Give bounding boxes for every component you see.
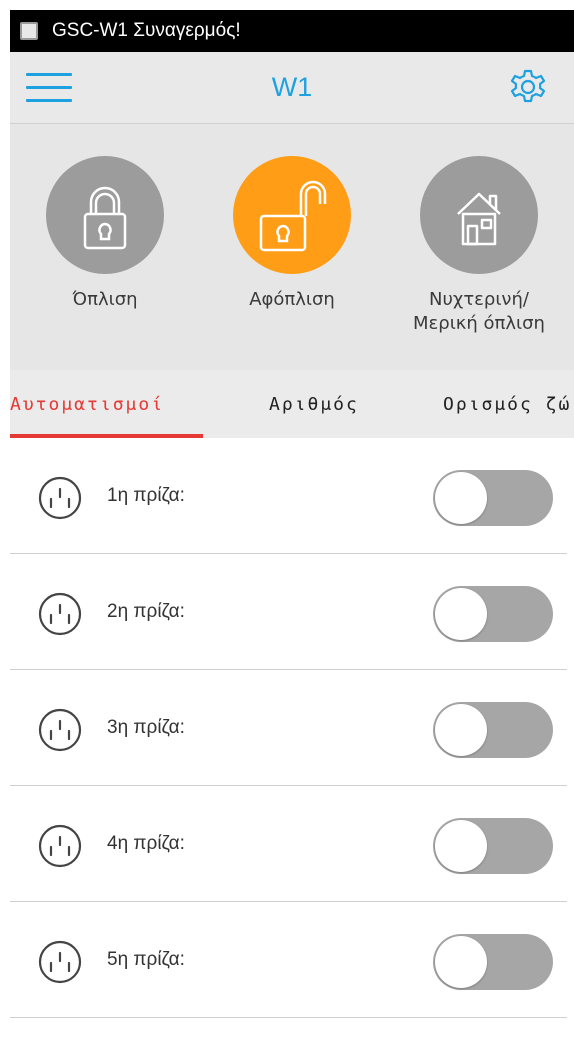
tab-automations[interactable]: Αυτοματισμοί — [10, 394, 164, 415]
action-bar: W1 — [10, 52, 574, 124]
arm-label: Όπλιση — [72, 289, 138, 310]
socket-toggle[interactable] — [433, 702, 553, 758]
power-socket-icon — [38, 476, 82, 520]
app-notification-icon — [20, 22, 38, 40]
tab-zone-settings[interactable]: Ορισμός ζώ — [443, 394, 571, 415]
night-arm-label: Νυχτερινή/ Μερική όπλιση — [413, 289, 545, 334]
house-icon — [420, 156, 538, 274]
lock-open-icon — [233, 156, 351, 274]
socket-toggle[interactable] — [433, 934, 553, 990]
list-item: 3η πρίζα: — [10, 670, 567, 786]
list-item: 2η πρίζα: — [10, 554, 567, 670]
power-socket-icon — [38, 592, 82, 636]
socket-toggle[interactable] — [433, 586, 553, 642]
app-title: W1 — [271, 72, 313, 102]
lock-closed-icon — [46, 156, 164, 274]
disarm-button[interactable]: Αφόπλιση — [197, 156, 387, 312]
socket-label: 2η πρίζα: — [107, 601, 185, 622]
mode-panel: Όπλιση Αφόπλιση Νυχτερινή/ Μερική όπλιση — [10, 124, 574, 370]
tab-bar: Αυτοματισμοί Αριθμός Ορισμός ζώ — [10, 370, 574, 438]
list-item: 5η πρίζα: — [10, 902, 567, 1018]
socket-label: 5η πρίζα: — [107, 949, 185, 970]
socket-toggle[interactable] — [433, 818, 553, 874]
socket-toggle[interactable] — [433, 470, 553, 526]
power-socket-icon — [38, 824, 82, 868]
socket-list: 1η πρίζα: 2η πρίζα: 3η πρίζα: 4η πρίζα: … — [10, 438, 574, 1018]
disarm-label: Αφόπλιση — [249, 289, 335, 310]
status-title: GSC-W1 Συναγερμός! — [52, 20, 241, 41]
socket-label: 1η πρίζα: — [107, 485, 185, 506]
list-item: 1η πρίζα: — [10, 438, 567, 554]
list-item: 4η πρίζα: — [10, 786, 567, 902]
socket-label: 3η πρίζα: — [107, 717, 185, 738]
gear-icon[interactable] — [506, 67, 550, 111]
power-socket-icon — [38, 708, 82, 752]
power-socket-icon — [38, 940, 82, 984]
status-bar: GSC-W1 Συναγερμός! — [10, 10, 574, 52]
tab-number[interactable]: Αριθμός — [269, 394, 359, 415]
socket-label: 4η πρίζα: — [107, 833, 185, 854]
arm-button[interactable]: Όπλιση — [10, 156, 200, 312]
night-arm-button[interactable]: Νυχτερινή/ Μερική όπλιση — [384, 156, 574, 336]
